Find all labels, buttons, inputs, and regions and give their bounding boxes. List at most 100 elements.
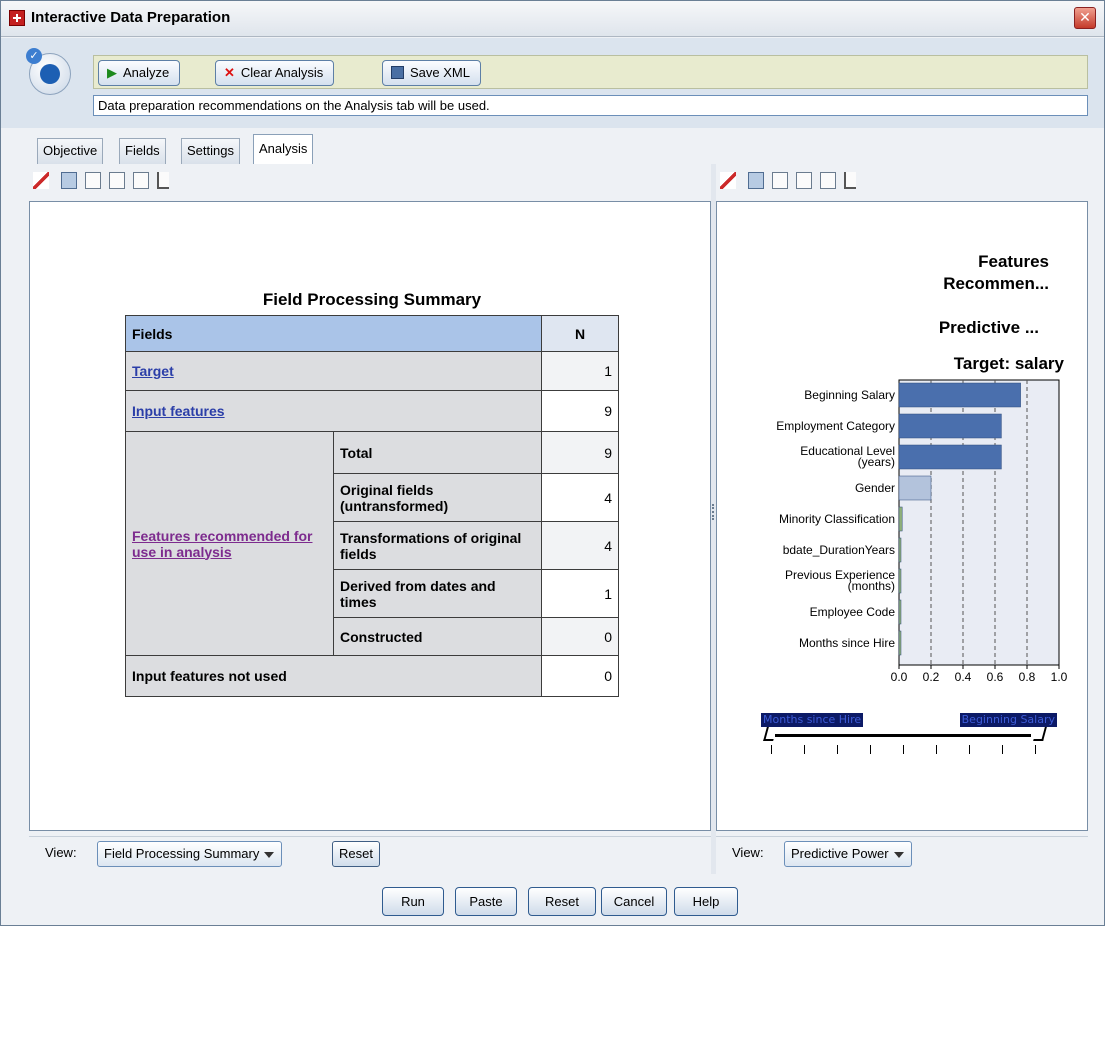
slider-left-handle[interactable]: [763, 727, 777, 741]
brush-icon[interactable]: [33, 172, 49, 189]
brush-icon[interactable]: [720, 172, 736, 189]
chart-category-label: (months): [848, 579, 895, 593]
row-input-features: Input features: [125, 390, 542, 432]
chart-tick-label: 0.2: [923, 670, 940, 684]
input-features-n: 9: [541, 390, 619, 432]
reset-button[interactable]: Reset: [528, 887, 596, 916]
chart-category-label: Beginning Salary: [804, 388, 895, 402]
row-not-used: Input features not used: [125, 655, 542, 697]
close-button[interactable]: ✕: [1074, 7, 1096, 29]
chart-category-label: Employment Category: [776, 419, 895, 433]
copy-data-icon[interactable]: [109, 172, 125, 189]
slider-right-label: Beginning Salary: [959, 713, 1057, 727]
features-recommended-link[interactable]: Features recommended for use in analysis: [132, 528, 313, 560]
copy-chart-icon[interactable]: [85, 172, 101, 189]
status-text: Data preparation recommendations on the …: [93, 95, 1088, 116]
chart-tick-label: 0.8: [1019, 670, 1036, 684]
chart-bar: [898, 413, 1002, 439]
analyze-label: Analyze: [123, 65, 170, 80]
x-icon: ✕: [224, 65, 235, 80]
print-icon[interactable]: [133, 172, 149, 189]
chart-bar: [898, 444, 1002, 470]
slider-tick: [870, 745, 871, 754]
chart-subtitle: Predictive ...: [938, 318, 1039, 337]
chart-bar: [898, 568, 902, 594]
left-view-bar: View: Field Processing Summary Reset: [29, 836, 711, 868]
sub-original-label: Original fields (untransformed): [333, 473, 542, 522]
left-reset-button[interactable]: Reset: [332, 841, 380, 867]
chart-title-line1: Features: [978, 252, 1049, 271]
sub-derived-n: 1: [541, 569, 619, 618]
slider-tick: [837, 745, 838, 754]
right-view-label: View:: [732, 845, 764, 860]
run-button[interactable]: Run: [382, 887, 444, 916]
analyze-button[interactable]: ▶ Analyze: [98, 60, 181, 86]
copy-data-icon[interactable]: [796, 172, 812, 189]
field-processing-summary-table: Fields N Target 1 Input features 9 Featu…: [125, 315, 619, 697]
slider-left-label: Months since Hire: [761, 713, 864, 727]
chart-bar: [898, 537, 902, 563]
select-arrow-icon[interactable]: [61, 172, 77, 189]
predictive-power-chart: Beginning SalaryEmployment CategoryEduca…: [776, 379, 1068, 684]
chart-bar: [898, 506, 903, 532]
target-n: 1: [541, 351, 619, 391]
slider-ticks: [771, 745, 1041, 755]
tab-settings[interactable]: Settings: [181, 138, 240, 164]
save-icon: [391, 66, 404, 79]
header-fields: Fields: [125, 315, 542, 352]
left-view-label: View:: [45, 845, 77, 860]
axis-icon[interactable]: [157, 172, 169, 189]
chart-tick-label: 1.0: [1051, 670, 1068, 684]
tab-fields[interactable]: Fields: [119, 138, 166, 164]
play-icon: ▶: [107, 65, 117, 80]
save-xml-button[interactable]: Save XML: [382, 60, 481, 86]
chart-tick-label: 0.6: [987, 670, 1004, 684]
slider-track: [775, 734, 1031, 737]
window: Interactive Data Preparation ✕ ✓ ▶ Analyz…: [0, 0, 1105, 926]
help-button[interactable]: Help: [674, 887, 738, 916]
chart-tick-label: 0.4: [955, 670, 972, 684]
app-icon: [9, 10, 25, 26]
check-icon: ✓: [26, 48, 42, 64]
title-bar: Interactive Data Preparation ✕: [1, 1, 1104, 37]
select-arrow-icon[interactable]: [748, 172, 764, 189]
left-panel-toolbar: [29, 164, 711, 198]
sub-derived-label: Derived from dates and times: [333, 569, 542, 618]
target-link[interactable]: Target: [132, 363, 174, 379]
chart-tick-label: 0.0: [891, 670, 908, 684]
print-icon[interactable]: [820, 172, 836, 189]
chart-category-label: (years): [858, 455, 895, 469]
clear-analysis-button[interactable]: ✕ Clear Analysis: [215, 60, 335, 86]
tab-objective[interactable]: Objective: [37, 138, 104, 164]
chart-category-label: bdate_DurationYears: [783, 543, 895, 557]
splitter-grip-icon: [712, 504, 715, 520]
chart-category-label: Gender: [855, 481, 895, 495]
chart-category-label: Minority Classification: [779, 512, 895, 526]
sub-constructed-label: Constructed: [333, 617, 542, 656]
right-view-dropdown[interactable]: Predictive Power: [784, 841, 912, 867]
chart-category-label: Employee Code: [810, 605, 896, 619]
sub-total-label: Total: [333, 431, 542, 474]
window-title: Interactive Data Preparation: [31, 9, 231, 26]
slider-tick: [771, 745, 772, 754]
input-features-link[interactable]: Input features: [132, 403, 225, 419]
slider-tick: [969, 745, 970, 754]
header-n: N: [541, 315, 619, 352]
slider-tick: [804, 745, 805, 754]
range-slider[interactable]: Months since Hire Beginning Salary: [761, 713, 1057, 773]
sub-constructed-n: 0: [541, 617, 619, 656]
data-prep-logo-icon: ✓: [26, 48, 71, 95]
copy-chart-icon[interactable]: [772, 172, 788, 189]
tab-analysis[interactable]: Analysis: [253, 134, 314, 165]
not-used-n: 0: [541, 655, 619, 697]
sub-original-n: 4: [541, 473, 619, 522]
slider-tick: [903, 745, 904, 754]
slider-right-handle[interactable]: [1033, 727, 1047, 741]
sub-transformations-label: Transformations of original fields: [333, 521, 542, 570]
gear-icon: [40, 64, 60, 84]
axis-icon[interactable]: [844, 172, 856, 189]
cancel-button[interactable]: Cancel: [601, 887, 667, 916]
paste-button[interactable]: Paste: [455, 887, 517, 916]
left-canvas: Field Processing Summary Fields N Target…: [29, 201, 711, 831]
left-view-dropdown[interactable]: Field Processing Summary: [97, 841, 283, 867]
